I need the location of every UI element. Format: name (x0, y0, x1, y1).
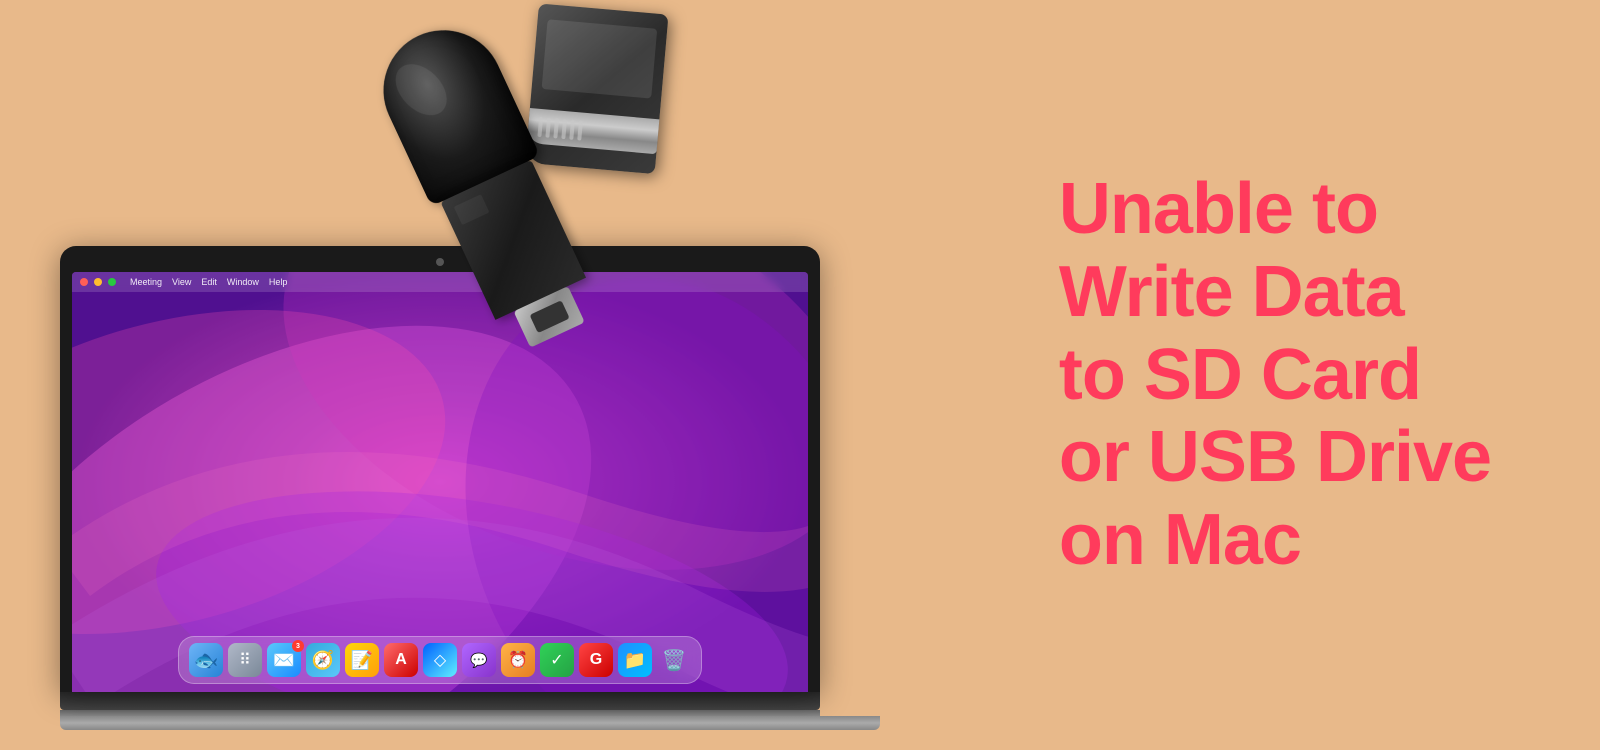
title-line1: Unable to (1059, 169, 1378, 249)
dock-mail-icon: ✉️ 3 (267, 643, 301, 677)
macos-dock: 🐟 ⠿ ✉️ 3 🧭 📝 A (178, 636, 702, 684)
usb-connector-hole (529, 300, 569, 333)
menu-window: Window (227, 277, 259, 287)
dock-taskheat-icon: ✓ (540, 643, 574, 677)
dock-dropbox-icon: ◇ (423, 643, 457, 677)
article-title: Unable to Write Data to SD Card or USB D… (1059, 168, 1491, 582)
title-line3: to SD Card (1059, 335, 1421, 415)
menu-edit: Edit (201, 277, 217, 287)
right-section: Unable to Write Data to SD Card or USB D… (950, 0, 1600, 750)
macbook-bottom-bezel (60, 692, 820, 710)
macbook-base (60, 716, 880, 730)
macbook-screen: Meeting View Edit Window Help 🐟 ⠿ (72, 272, 808, 692)
title-line5: on Mac (1059, 500, 1301, 580)
left-section: Meeting View Edit Window Help 🐟 ⠿ (0, 0, 900, 750)
dock-bezel-icon: 💬 (462, 643, 496, 677)
window-minimize-dot (94, 278, 102, 286)
title-line2: Write Data (1059, 252, 1404, 332)
window-maximize-dot (108, 278, 116, 286)
dock-safari-icon: 🧭 (306, 643, 340, 677)
menu-view: View (172, 277, 191, 287)
dock-launchpad-icon: ⠿ (228, 643, 262, 677)
dock-finder-icon: 🐟 (189, 643, 223, 677)
menu-meeting: Meeting (130, 277, 162, 287)
dock-files-icon: 📁 (618, 643, 652, 677)
dock-trash-icon: 🗑️ (657, 643, 691, 677)
menu-help: Help (269, 277, 288, 287)
dock-archiver-icon: A (384, 643, 418, 677)
dock-grammarly-icon: G (579, 643, 613, 677)
dock-notes-icon: 📝 (345, 643, 379, 677)
sd-card-label-area (542, 19, 658, 98)
title-line4: or USB Drive (1059, 417, 1491, 497)
window-close-dot (80, 278, 88, 286)
dock-lungo-icon: ⏰ (501, 643, 535, 677)
